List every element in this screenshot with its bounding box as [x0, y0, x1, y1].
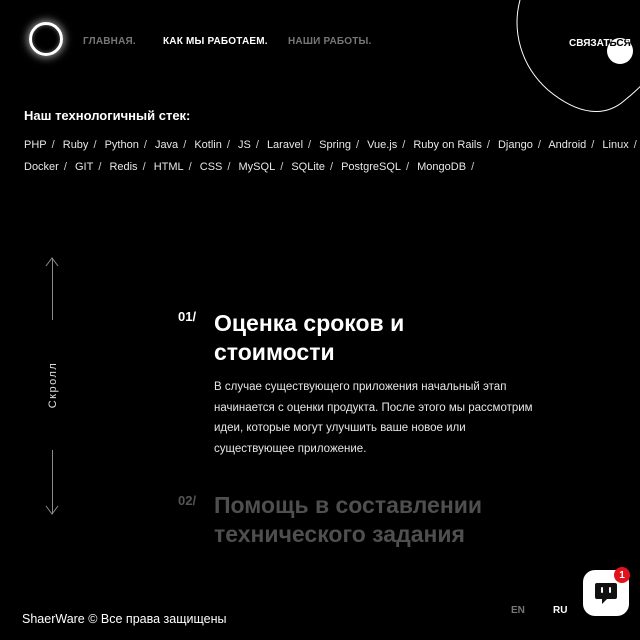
stack-line-1: PHP / Ruby / Python / Java / Kotlin / JS / Lar…: [24, 139, 637, 151]
step-description-line: идеи, которые могут улучшить ваше новое …: [214, 422, 466, 434]
contact-link[interactable]: СВЯЗАТЬСЯ: [569, 38, 631, 49]
stack-item: Django: [497, 139, 533, 151]
step-title-2: Помощь в составлении технического задани…: [214, 491, 544, 549]
stack-item: Ruby: [62, 139, 89, 151]
nav-our-works-link[interactable]: НАШИ РАБОТЫ.: [288, 36, 372, 47]
scroll-line-top: [52, 258, 53, 320]
chat-bubble-icon: [595, 583, 617, 604]
stack-item: SQLite: [291, 161, 325, 173]
step-title-2-line-2: технического задания: [214, 521, 465, 547]
lang-ru-switch[interactable]: RU: [553, 605, 567, 616]
stack-item: Laravel: [266, 139, 304, 151]
copyright-text: ShaerWare © Все права защищены: [22, 612, 227, 626]
stack-item: Redis: [109, 161, 138, 173]
step-number-2: 02/: [178, 493, 197, 508]
stack-item: PHP: [24, 139, 47, 151]
ring-logo-icon[interactable]: [29, 22, 63, 56]
step-number-1: 01/: [178, 309, 197, 324]
step-description-line: В случае существующего приложения началь…: [214, 381, 507, 393]
stack-item: Kotlin: [194, 139, 222, 151]
stack-item: Linux: [602, 139, 629, 151]
chat-notification-badge: 1: [614, 567, 630, 583]
stack-item: Android: [548, 139, 587, 151]
step-title-2-line-1: Помощь в составлении: [214, 492, 482, 518]
nav-home-link[interactable]: ГЛАВНАЯ.: [83, 36, 136, 47]
stack-item: CSS: [199, 161, 223, 173]
stack-item: PostgreSQL: [341, 161, 402, 173]
scroll-label: Скролл: [47, 361, 59, 409]
step-description-line: начинается с оценки продукта. После этог…: [214, 401, 533, 414]
stack-item: JS: [237, 139, 251, 151]
nav-how-we-work-link[interactable]: КАК МЫ РАБОТАЕМ.: [163, 36, 268, 47]
step-title-1-line-1: Оценка сроков и: [214, 310, 405, 336]
stack-item: Ruby on Rails: [413, 139, 482, 151]
stack-item: HTML: [153, 161, 184, 173]
arrow-down-icon: [45, 505, 59, 515]
stack-item: Vue.js: [367, 139, 398, 151]
step-title-1: Оценка сроков и стоимости: [214, 309, 544, 367]
stack-item: MongoDB: [417, 161, 467, 173]
stack-item: Spring: [319, 139, 351, 151]
stack-item: MySQL: [238, 161, 276, 173]
stack-item: GIT: [74, 161, 94, 173]
step-title-1-line-2: стоимости: [214, 339, 335, 365]
stack-item: Python: [104, 139, 139, 151]
step-description-1: В случае существующего приложения началь…: [214, 377, 544, 459]
step-description-line: существующее приложение.: [214, 442, 367, 455]
stack-line-2: Docker / GIT / Redis / HTML / CSS / MySQL / SQ…: [24, 161, 475, 173]
stack-item: Docker: [24, 161, 59, 173]
lang-en-switch[interactable]: EN: [511, 605, 525, 616]
stack-item: Java: [154, 139, 179, 151]
stack-title: Наш технологичный стек:: [24, 108, 191, 123]
